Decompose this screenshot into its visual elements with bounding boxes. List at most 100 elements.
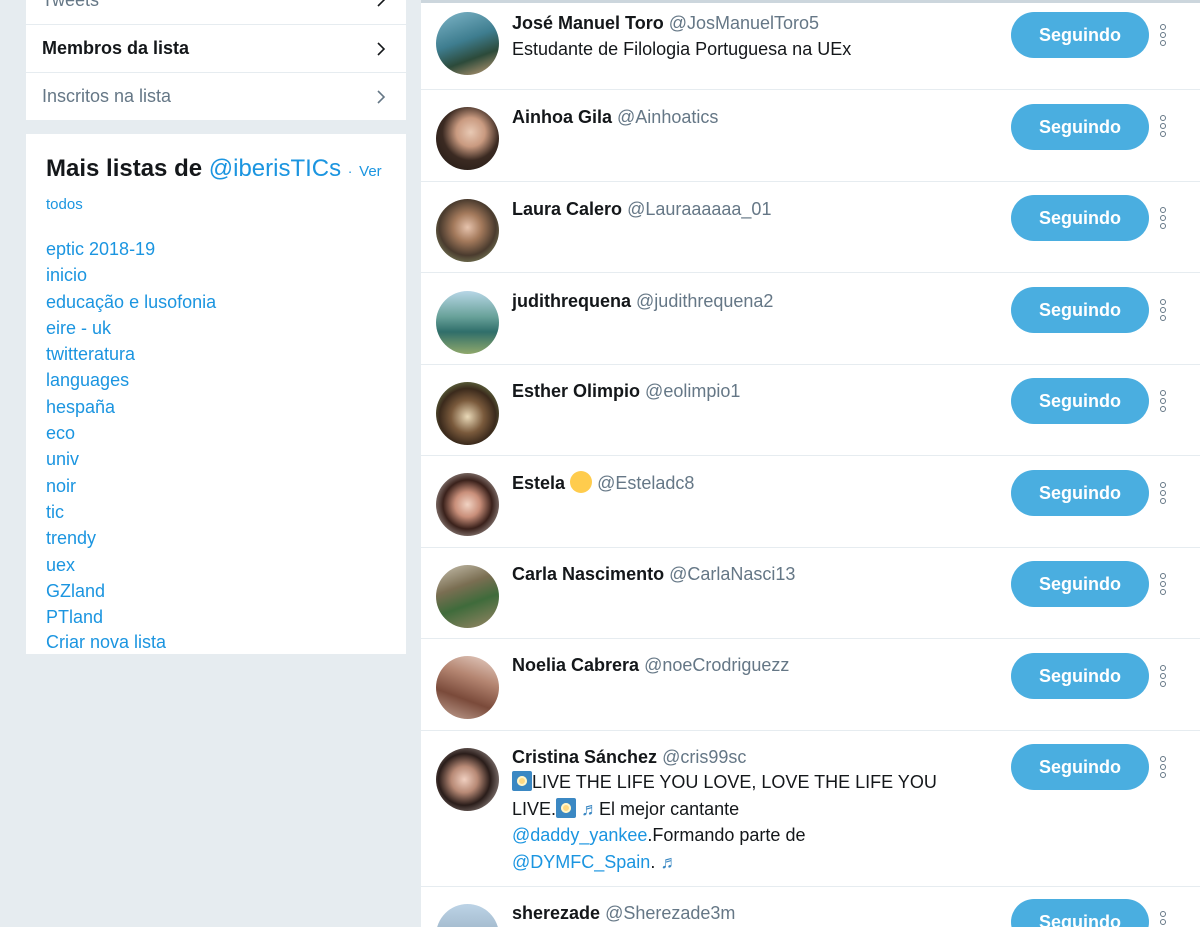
member-name[interactable]: sherezade xyxy=(512,903,600,923)
bio-mention-link[interactable]: @DYMFC_Spain xyxy=(512,852,650,872)
avatar[interactable] xyxy=(436,382,499,445)
avatar[interactable] xyxy=(436,904,499,927)
more-vertical-icon[interactable] xyxy=(1157,299,1169,321)
more-vertical-icon[interactable] xyxy=(1157,665,1169,687)
list-link-uex[interactable]: uex xyxy=(46,555,75,575)
create-list-link[interactable]: Criar nova lista xyxy=(46,630,386,654)
avatar[interactable] xyxy=(436,473,499,536)
avatar[interactable] xyxy=(436,291,499,354)
list-link-noir[interactable]: noir xyxy=(46,476,76,496)
list-item: eire - uk xyxy=(46,315,386,341)
member-name-line: José Manuel Toro @JosManuelToro5 xyxy=(512,12,819,34)
more-vertical-icon[interactable] xyxy=(1157,390,1169,412)
member-handle[interactable]: @JosManuelToro5 xyxy=(669,13,819,33)
list-item: tic xyxy=(46,499,386,525)
list-link-educacao[interactable]: educação e lusofonia xyxy=(46,292,216,312)
avatar[interactable] xyxy=(436,748,499,811)
list-item: twitteratura xyxy=(46,341,386,367)
member-name[interactable]: José Manuel Toro xyxy=(512,13,664,33)
list-link-twitteratura[interactable]: twitteratura xyxy=(46,344,135,364)
member-row[interactable]: Estela @Esteladc8 Seguindo xyxy=(421,456,1200,548)
following-button[interactable]: Seguindo xyxy=(1011,287,1149,333)
member-row[interactable]: judithrequena @judithrequena2 Seguindo xyxy=(421,273,1200,365)
member-row[interactable]: sherezade @Sherezade3m Seguindo xyxy=(421,887,1200,927)
member-handle[interactable]: @judithrequena2 xyxy=(636,291,773,311)
member-name[interactable]: Esther Olimpio xyxy=(512,381,640,401)
list-item: inicio xyxy=(46,262,386,288)
following-button[interactable]: Seguindo xyxy=(1011,378,1149,424)
avatar[interactable] xyxy=(436,107,499,170)
member-name-line: Ainhoa Gila @Ainhoatics xyxy=(512,106,718,128)
more-lists-heading: Mais listas de @iberisTICs · Ver todos xyxy=(46,154,386,220)
list-link-eire-uk[interactable]: eire - uk xyxy=(46,318,111,338)
member-row[interactable]: Carla Nascimento @CarlaNasci13 Seguindo xyxy=(421,548,1200,639)
more-vertical-icon[interactable] xyxy=(1157,911,1169,927)
member-handle[interactable]: @noeCrodriguezz xyxy=(644,655,789,675)
list-link-gzland[interactable]: GZland xyxy=(46,581,105,601)
list-link-eco[interactable]: eco xyxy=(46,423,75,443)
member-handle[interactable]: @cris99sc xyxy=(662,747,746,767)
list-link-univ[interactable]: univ xyxy=(46,449,79,469)
more-vertical-icon[interactable] xyxy=(1157,482,1169,504)
avatar[interactable] xyxy=(436,565,499,628)
list-link-languages[interactable]: languages xyxy=(46,370,129,390)
member-name-line: sherezade @Sherezade3m xyxy=(512,902,735,924)
more-vertical-icon[interactable] xyxy=(1157,115,1169,137)
list-link-trendy[interactable]: trendy xyxy=(46,528,96,548)
more-vertical-icon[interactable] xyxy=(1157,207,1169,229)
more-lists-card: Mais listas de @iberisTICs · Ver todos e… xyxy=(26,134,406,654)
list-link-eptic[interactable]: eptic 2018-19 xyxy=(46,239,155,259)
avatar[interactable] xyxy=(436,12,499,75)
member-name[interactable]: Ainhoa Gila xyxy=(512,107,612,127)
bio-mention-link[interactable]: @daddy_yankee xyxy=(512,825,647,845)
member-name-line: Carla Nascimento @CarlaNasci13 xyxy=(512,563,795,585)
member-handle[interactable]: @Esteladc8 xyxy=(597,473,694,493)
member-name[interactable]: Noelia Cabrera xyxy=(512,655,639,675)
member-name[interactable]: Cristina Sánchez xyxy=(512,747,657,767)
member-row[interactable]: Esther Olimpio @eolimpio1 Seguindo xyxy=(421,365,1200,456)
more-vertical-icon[interactable] xyxy=(1157,24,1169,46)
nav-list-subscribers[interactable]: Inscritos na lista xyxy=(26,72,406,120)
member-handle[interactable]: @Ainhoatics xyxy=(617,107,718,127)
list-link-hespana[interactable]: hespaña xyxy=(46,397,115,417)
sparkler-emoji-icon xyxy=(512,771,532,791)
nav-tweets[interactable]: Tweets xyxy=(26,0,406,24)
more-lists-title: Mais listas de xyxy=(46,155,203,182)
member-handle[interactable]: @eolimpio1 xyxy=(645,381,740,401)
following-button[interactable]: Seguindo xyxy=(1011,195,1149,241)
list-item: hespaña xyxy=(46,394,386,420)
music-notes-icon: ♬ xyxy=(660,851,679,872)
list-owner-link[interactable]: @iberisTICs xyxy=(209,155,341,182)
hugging-face-emoji-icon xyxy=(570,471,593,493)
member-name[interactable]: judithrequena xyxy=(512,291,631,311)
following-button[interactable]: Seguindo xyxy=(1011,561,1149,607)
following-button[interactable]: Seguindo xyxy=(1011,744,1149,790)
list-link-ptland[interactable]: PTland xyxy=(46,607,103,627)
member-handle[interactable]: @CarlaNasci13 xyxy=(669,564,795,584)
list-link-tic[interactable]: tic xyxy=(46,502,64,522)
following-button[interactable]: Seguindo xyxy=(1011,899,1149,927)
member-row[interactable]: Laura Calero @Lauraaaaaa_01 Seguindo xyxy=(421,182,1200,273)
member-name[interactable]: Carla Nascimento xyxy=(512,564,664,584)
member-row[interactable]: Ainhoa Gila @Ainhoatics Seguindo xyxy=(421,90,1200,182)
member-name[interactable]: Estela xyxy=(512,473,565,493)
member-row[interactable]: José Manuel Toro @JosManuelToro5 Estudan… xyxy=(421,0,1200,90)
following-button[interactable]: Seguindo xyxy=(1011,104,1149,150)
more-vertical-icon[interactable] xyxy=(1157,756,1169,778)
nav-list-members[interactable]: Membros da lista xyxy=(26,24,406,72)
avatar[interactable] xyxy=(436,199,499,262)
member-handle[interactable]: @Lauraaaaaa_01 xyxy=(627,199,771,219)
more-vertical-icon[interactable] xyxy=(1157,573,1169,595)
list-link-inicio[interactable]: inicio xyxy=(46,265,87,285)
member-handle[interactable]: @Sherezade3m xyxy=(605,903,735,923)
following-button[interactable]: Seguindo xyxy=(1011,653,1149,699)
list-nav-card: Tweets Membros da lista Inscritos na lis… xyxy=(26,0,406,120)
member-row[interactable]: Cristina Sánchez @cris99sc LIVE THE LIFE… xyxy=(421,731,1200,887)
chevron-right-icon xyxy=(374,89,388,105)
following-button[interactable]: Seguindo xyxy=(1011,470,1149,516)
bio-text: El mejor cantante xyxy=(599,798,740,819)
following-button[interactable]: Seguindo xyxy=(1011,12,1149,58)
member-row[interactable]: Noelia Cabrera @noeCrodriguezz Seguindo xyxy=(421,639,1200,731)
avatar[interactable] xyxy=(436,656,499,719)
member-name[interactable]: Laura Calero xyxy=(512,199,622,219)
